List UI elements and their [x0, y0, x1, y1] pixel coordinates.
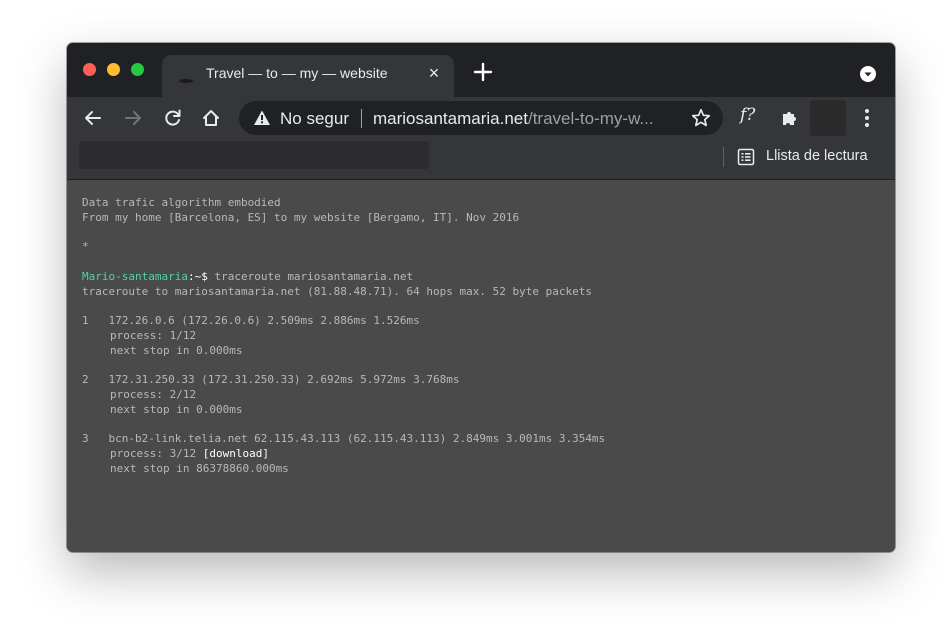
header-line-1: Data trafic algorithm embodied — [82, 196, 281, 209]
download-link[interactable]: [download] — [196, 447, 269, 460]
more-menu-icon[interactable] — [863, 108, 871, 128]
prompt-separator: :~$ — [187, 270, 208, 283]
asterisk: * — [82, 240, 89, 253]
back-icon[interactable] — [83, 108, 103, 128]
traceroute-header: traceroute to mariosantamaria.net (81.88… — [82, 285, 592, 298]
hop-next-stop: next stop in 86378860.000ms — [110, 462, 289, 475]
hop-next-stop: next stop in 0.000ms — [110, 403, 243, 416]
command-line: Mario-santamaria:~$ traceroute mariosant… — [82, 269, 413, 284]
hop-process: process: 3/12 — [110, 447, 197, 460]
hop-line: 1 172.26.0.6 (172.26.0.6) 2.509ms 2.886m… — [82, 314, 420, 327]
bookmarks-bar: Llista de lectura — [67, 139, 895, 180]
reading-list-icon — [737, 148, 755, 166]
warning-icon[interactable] — [253, 109, 271, 127]
url-text[interactable]: mariosantamaria.net/travel-to-my-w... — [373, 109, 673, 129]
maximize-window-button[interactable] — [131, 63, 144, 76]
profile-avatar[interactable] — [810, 100, 846, 136]
tab-active[interactable]: Travel — to — my — website × — [162, 55, 454, 97]
header-line-2: From my home [Barcelona, ES] to my websi… — [82, 211, 520, 224]
bookmarks-redacted-area — [79, 141, 429, 169]
hop-process-row: process: 3/12 [download] — [110, 446, 269, 461]
home-icon[interactable] — [201, 108, 221, 128]
omnibox-divider — [361, 109, 362, 128]
command-text: traceroute mariosantamaria.net — [207, 270, 414, 283]
extensions-puzzle-icon[interactable] — [780, 108, 800, 128]
hop-process: process: 1/12 — [110, 329, 197, 342]
extension-f-icon[interactable]: f? — [740, 105, 755, 125]
favicon-icon — [179, 79, 193, 83]
reading-list-label: Llista de lectura — [766, 148, 868, 164]
close-window-button[interactable] — [83, 63, 96, 76]
tab-title: Travel — to — my — website — [206, 65, 388, 81]
security-status[interactable]: No segur — [280, 109, 349, 129]
hop-process: process: 2/12 — [110, 388, 197, 401]
url-host: mariosantamaria.net — [373, 109, 528, 128]
hop-line: 3 bcn-b2-link.telia.net 62.115.43.113 (6… — [82, 432, 606, 445]
bookmark-star-icon[interactable] — [691, 108, 711, 128]
new-tab-icon[interactable] — [472, 61, 494, 83]
tab-close-icon[interactable]: × — [424, 63, 444, 83]
hop-line: 2 172.31.250.33 (172.31.250.33) 2.692ms … — [82, 373, 460, 386]
minimize-window-button[interactable] — [107, 63, 120, 76]
toolbar: No segur mariosantamaria.net/travel-to-m… — [67, 97, 895, 139]
url-path: /travel-to-my-w... — [527, 109, 654, 128]
prompt-user: Mario-santamaria — [82, 270, 188, 283]
tab-search-icon[interactable] — [860, 66, 876, 82]
tab-strip: Travel — to — my — website × — [67, 43, 895, 97]
reload-icon[interactable] — [163, 108, 183, 128]
page-content: Data trafic algorithm embodied From my h… — [67, 180, 895, 552]
address-bar[interactable]: No segur mariosantamaria.net/travel-to-m… — [239, 101, 723, 135]
forward-icon[interactable] — [123, 108, 143, 128]
bookmarks-divider — [723, 147, 724, 167]
hop-next-stop: next stop in 0.000ms — [110, 344, 243, 357]
browser-window: Travel — to — my — website × No segur ma… — [67, 43, 895, 552]
